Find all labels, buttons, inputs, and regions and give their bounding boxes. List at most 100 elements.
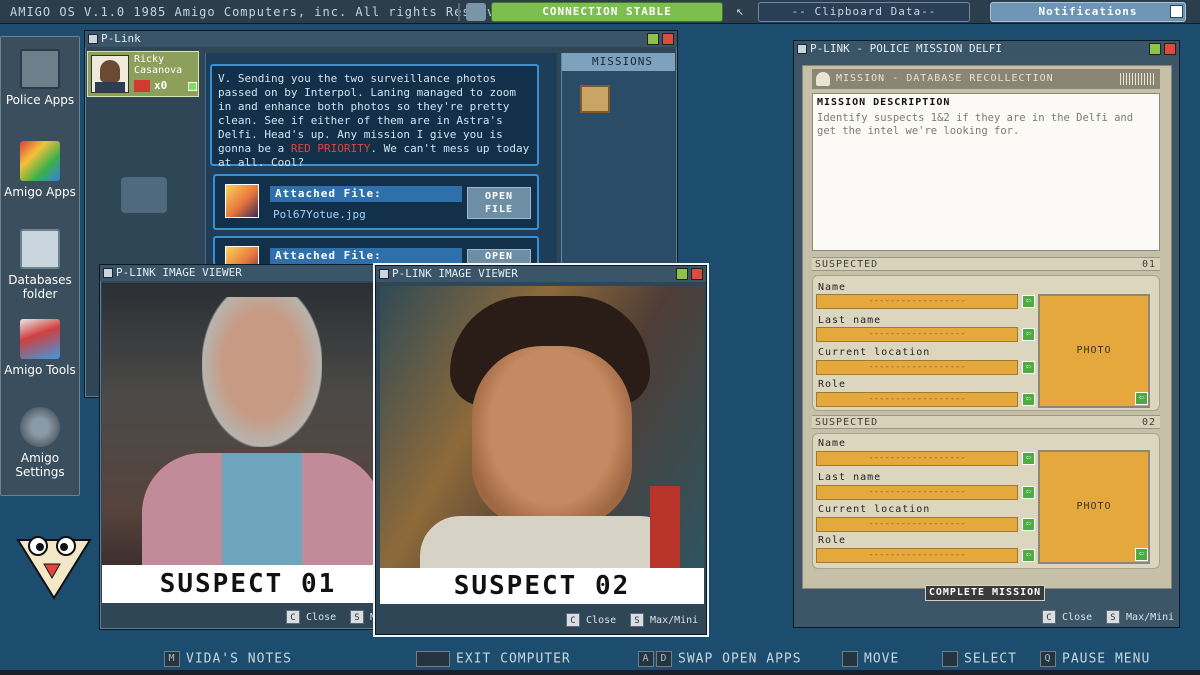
online-indicator	[188, 82, 197, 91]
last-name-field[interactable]: ------------------	[816, 485, 1018, 500]
window-icon	[379, 269, 389, 279]
notifications-button[interactable]: Notifications	[990, 2, 1186, 22]
confirm-icon[interactable]: ⇦	[1022, 452, 1035, 465]
dock-amigo-apps[interactable]: Amigo Apps	[3, 141, 77, 199]
close-control[interactable]: C Close	[286, 610, 336, 624]
confirm-icon[interactable]: ⇦	[1135, 548, 1148, 561]
close-button[interactable]	[1164, 43, 1176, 55]
max-control[interactable]: S Max/Mini	[630, 613, 698, 627]
chat-icon	[121, 177, 167, 213]
confirm-icon[interactable]: ⇦	[1022, 328, 1035, 341]
os-title: AMIGO OS V.1.0 1985 Amigo Computers, inc…	[10, 5, 520, 19]
confirm-icon[interactable]: ⇦	[1022, 549, 1035, 562]
hint-move[interactable]: MOVE	[842, 651, 899, 667]
role-field[interactable]: ------------------	[816, 392, 1018, 407]
window-title: P-LINK IMAGE VIEWER	[392, 267, 518, 280]
mission-folder-icon[interactable]	[580, 85, 610, 113]
window-title: P-LINK - POLICE MISSION DELFI	[810, 42, 1003, 55]
dock-label: Amigo Apps	[4, 185, 76, 199]
image-viewer-1: P-LINK IMAGE VIEWER SUSPECT 01 C Close S…	[99, 264, 395, 630]
gear-icon	[20, 407, 60, 447]
suspected-header-1: SUSPECTED 01	[812, 257, 1160, 271]
minimize-button[interactable]	[676, 268, 688, 280]
confirm-icon[interactable]: ⇦	[1022, 486, 1035, 499]
barcode-icon	[1120, 73, 1154, 85]
hint-notes[interactable]: M VIDA'S NOTES	[164, 651, 292, 667]
name-field[interactable]: ------------------	[816, 451, 1018, 466]
max-control[interactable]: S M	[350, 610, 376, 624]
location-field[interactable]: ------------------	[816, 360, 1018, 375]
mission-window: P-LINK - POLICE MISSION DELFI MISSION - …	[793, 40, 1180, 628]
last-name-field[interactable]: ------------------	[816, 327, 1018, 342]
max-control[interactable]: S Max/Mini	[1106, 610, 1174, 624]
notification-icon[interactable]	[1170, 5, 1183, 18]
window-titlebar[interactable]: P-LINK IMAGE VIEWER	[376, 266, 706, 282]
window-icon	[88, 34, 98, 44]
suspect-form-1: Name ------------------ ⇦ Last name ----…	[812, 275, 1160, 411]
dock-databases-folder[interactable]: Databases folder	[3, 229, 77, 301]
photo-slot[interactable]: PHOTO	[1038, 450, 1150, 564]
close-button[interactable]	[691, 268, 703, 280]
role-field[interactable]: ------------------	[816, 548, 1018, 563]
hint-pause[interactable]: Q PAUSE MENU	[1040, 651, 1150, 667]
network-icon[interactable]	[466, 3, 486, 21]
window-titlebar[interactable]: P-LINK - POLICE MISSION DELFI	[794, 41, 1179, 57]
hint-exit[interactable]: EXIT COMPUTER	[416, 651, 571, 667]
attachment-label: Attached File:	[270, 186, 462, 202]
window-icon	[797, 44, 807, 54]
mascot-logo	[14, 528, 94, 600]
dock-amigo-tools[interactable]: Amigo Tools	[3, 319, 77, 377]
image-thumbnail	[225, 184, 259, 218]
apps-icon	[20, 141, 60, 181]
missions-header: MISSIONS	[562, 53, 675, 71]
dock-label: Amigo Settings	[15, 451, 65, 479]
complete-mission-button[interactable]: COMPLETE MISSION	[925, 585, 1045, 601]
minimize-button[interactable]	[1149, 43, 1161, 55]
window-titlebar[interactable]: P-Link	[85, 31, 677, 47]
clipboard-data[interactable]: -- Clipboard Data--	[758, 2, 970, 22]
hint-swap[interactable]: A D SWAP OPEN APPS	[638, 651, 802, 667]
mouse-icon	[942, 651, 958, 667]
confirm-icon[interactable]: ⇦	[1022, 361, 1035, 374]
minimize-button[interactable]	[647, 33, 659, 45]
name-field[interactable]: ------------------	[816, 294, 1018, 309]
confirm-icon[interactable]: ⇦	[1135, 392, 1148, 405]
suspect-caption: SUSPECT 02	[380, 568, 704, 604]
close-button[interactable]	[662, 33, 674, 45]
suspect-photo	[380, 286, 704, 568]
photo-slot[interactable]: PHOTO	[1038, 294, 1150, 408]
attachment-card: Attached File: OPEN	[213, 236, 539, 266]
spacebar-icon	[416, 651, 450, 667]
suspected-header-2: SUSPECTED 02	[812, 415, 1160, 429]
suspect-photo	[102, 283, 394, 565]
confirm-icon[interactable]: ⇦	[1022, 518, 1035, 531]
open-file-button[interactable]: OPEN	[467, 249, 531, 264]
location-field[interactable]: ------------------	[816, 517, 1018, 532]
window-titlebar[interactable]: P-LINK IMAGE VIEWER	[100, 265, 394, 281]
chat-message: V. Sending you the two surveillance phot…	[210, 64, 539, 169]
image-viewer-2: P-LINK IMAGE VIEWER SUSPECT 02 C Close S…	[375, 265, 707, 635]
image-thumbnail	[225, 246, 259, 264]
tools-icon	[20, 319, 60, 359]
close-control[interactable]: C Close	[1042, 610, 1092, 624]
close-control[interactable]: C Close	[566, 613, 616, 627]
avatar	[91, 55, 129, 93]
window-title: P-LINK IMAGE VIEWER	[116, 266, 242, 279]
cursor-icon: ↖	[736, 4, 744, 19]
suspect-caption: SUSPECT 01	[102, 565, 394, 603]
mission-description: MISSION DESCRIPTION Identify suspects 1&…	[812, 93, 1160, 251]
floppy-icon	[20, 49, 60, 89]
mission-header: MISSION - DATABASE RECOLLECTION	[812, 69, 1160, 89]
confirm-icon[interactable]: ⇦	[1022, 295, 1035, 308]
window-title: P-Link	[101, 32, 141, 45]
dock-label: Police Apps	[5, 93, 75, 107]
open-file-button[interactable]: OPEN FILE	[467, 187, 531, 219]
dock-amigo-settings[interactable]: Amigo Settings	[3, 407, 77, 479]
fingerprint-icon	[20, 229, 60, 269]
message-icon	[134, 80, 150, 92]
system-taskbar	[0, 670, 1200, 675]
contact-card[interactable]: Ricky Casanova x0	[87, 51, 199, 97]
hint-select[interactable]: SELECT	[942, 651, 1017, 667]
confirm-icon[interactable]: ⇦	[1022, 393, 1035, 406]
dock-police-apps[interactable]: Police Apps	[3, 49, 77, 107]
